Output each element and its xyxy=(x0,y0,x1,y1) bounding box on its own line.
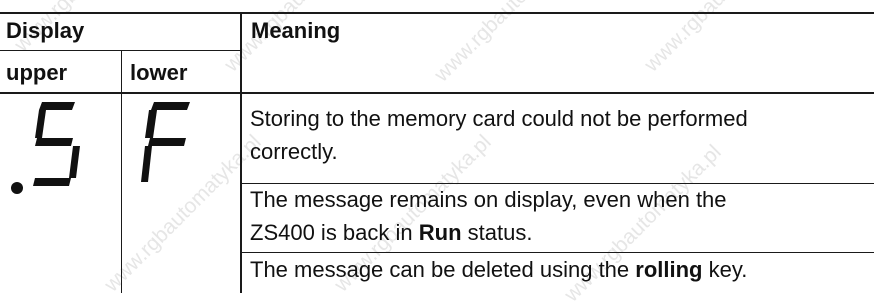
header-meaning: Meaning xyxy=(251,18,341,43)
table-top-border xyxy=(0,12,874,14)
table-header-bottom xyxy=(0,92,874,94)
meaning-line-1: Storing to the memory card could not be … xyxy=(250,106,748,131)
row-divider-1 xyxy=(241,183,874,184)
meaning-para3: The message can be deleted using the rol… xyxy=(250,257,748,282)
meaning-para2-line2: ZS400 is back in Run status. xyxy=(250,220,533,245)
lower-segment-display xyxy=(141,102,190,182)
meaning-line-2: correctly. xyxy=(250,139,338,164)
header-upper: upper xyxy=(6,60,68,85)
row-divider-2 xyxy=(241,252,874,253)
header-display: Display xyxy=(6,18,85,43)
header-lower: lower xyxy=(130,60,188,85)
rolling-keyword: rolling xyxy=(635,257,703,282)
upper-segment-display xyxy=(11,102,80,194)
meaning-para2-line1: The message remains on display, even whe… xyxy=(250,187,727,212)
column-divider-main xyxy=(240,12,242,293)
run-keyword: Run xyxy=(418,220,462,245)
